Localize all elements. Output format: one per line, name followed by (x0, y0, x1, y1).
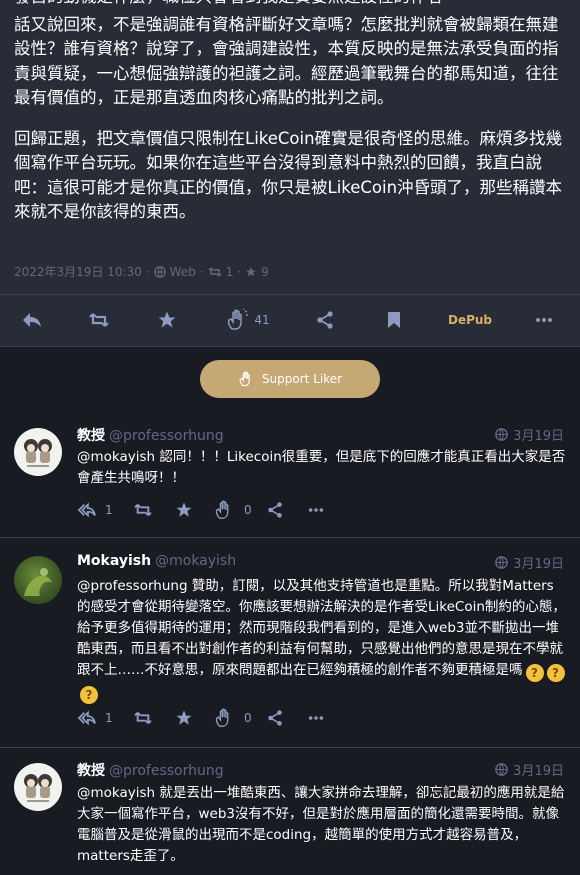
reply-text-content: @professorhung 贊助，訂閱，以及其他支持管道也是重點。所以我對Ma… (77, 578, 566, 678)
share-button[interactable] (309, 295, 341, 345)
thinking-face-emoji: ? (546, 664, 565, 682)
time-label: 3月19日 (513, 429, 564, 444)
ellipsis-icon (536, 318, 552, 322)
more-button[interactable] (308, 706, 324, 730)
share-button[interactable] (267, 706, 283, 730)
like-count: 41 (254, 313, 270, 327)
support-label: Support Liker (261, 372, 343, 386)
reply-text: @mokayish 認同！！！Likecoin很重要，但是底下的回應才能真正看出… (77, 449, 566, 486)
clap-hand-icon (215, 500, 229, 519)
favourite-button[interactable] (175, 706, 193, 730)
post-paragraph: 話又說回來，不是強調誰有資格評斷好文章嗎？怎麼批判就會被歸類在無建設性？誰有資格… (14, 14, 559, 108)
bookmark-button[interactable] (378, 295, 410, 345)
share-icon (268, 710, 282, 726)
boost-count: 1 (225, 264, 234, 279)
reply-all-icon (77, 710, 96, 726)
globe-icon (153, 265, 166, 278)
time-label: 3月19日 (513, 764, 564, 779)
globe-icon (495, 556, 509, 569)
reply-time[interactable]: 3月19日 (495, 425, 564, 444)
post-paragraph: 發自的動機是什麼，職位只會看到我是貨要無建設性的作者 (14, 0, 566, 10)
reply-actions: 1 0 (77, 706, 337, 730)
reply-time[interactable]: 3月19日 (495, 553, 564, 572)
globe-icon (495, 763, 509, 776)
author-handle: @professorhung (109, 428, 224, 444)
reply-item[interactable]: 教授 @professorhung 3月19日 @mokayish 就是丟出一堆酷… (0, 748, 580, 875)
support-liker-button[interactable]: Support Liker (200, 360, 380, 398)
author-name[interactable]: 教授 @professorhung (77, 760, 224, 780)
boost-button[interactable] (133, 498, 153, 522)
display-name: Mokayish (77, 553, 152, 569)
support-section: Support Liker (0, 360, 580, 398)
boost-button[interactable] (133, 706, 153, 730)
star-icon (176, 710, 192, 725)
favourite-button[interactable] (175, 498, 193, 522)
share-button[interactable] (267, 498, 283, 522)
reply-all-icon (77, 502, 96, 518)
fav-count: 9 (261, 264, 269, 279)
boost-icon (134, 711, 152, 725)
reply-item[interactable]: Mokayish @mokayish 3月19日 @professorhung 贊… (0, 538, 580, 748)
ellipsis-icon (308, 716, 324, 720)
avatar[interactable] (14, 428, 62, 476)
favourite-button[interactable] (151, 295, 183, 345)
avatar[interactable] (14, 763, 62, 811)
clap-hand-icon (215, 708, 229, 727)
author-name[interactable]: 教授 @professorhung (77, 425, 224, 445)
share-icon (317, 311, 333, 329)
globe-icon (495, 428, 509, 441)
star-small-icon (245, 266, 257, 278)
share-icon (268, 502, 282, 518)
post-body: 發自的動機是什麼，職位只會看到我是貨要無建設性的作者 話又說回來，不是強調誰有資… (14, 0, 566, 238)
reply-count: 1 (105, 503, 113, 517)
depub-button[interactable]: DePub (440, 295, 500, 345)
reply-icon (23, 313, 41, 327)
meta-separator: · (199, 264, 204, 279)
boost-button[interactable] (83, 295, 115, 345)
reply-time[interactable]: 3月19日 (495, 760, 564, 779)
star-icon (176, 502, 192, 517)
boost-icon (89, 313, 109, 327)
reply-button[interactable] (16, 295, 48, 345)
clap-hand-icon (239, 371, 250, 387)
ellipsis-icon (308, 508, 324, 512)
author-name[interactable]: Mokayish @mokayish (77, 553, 236, 569)
reply-text: @professorhung 贊助，訂閱，以及其他支持管道也是重點。所以我對Ma… (77, 576, 566, 704)
post-date[interactable]: 2022年3月19日 10:30 (14, 263, 142, 280)
reply-item[interactable]: 教授 @professorhung 3月19日 @mokayish 認同！！！Li… (0, 410, 580, 538)
like-count: 0 (244, 711, 252, 725)
like-button[interactable]: 0 (214, 498, 252, 522)
post-paragraph: 回歸正題，把文章價值只限制在LikeCoin確實是很奇怪的思維。麻煩多找幾個寫作… (14, 128, 563, 222)
meta-separator: · (145, 264, 150, 279)
post-meta: 2022年3月19日 10:30 · Web · 1 · 9 (14, 263, 269, 280)
reply-actions: 1 0 (77, 498, 337, 522)
reply-text: @mokayish 就是丟出一堆酷東西、讓大家拼命去理解，卻忘記最初的應用就是給… (77, 785, 565, 864)
like-button[interactable]: 0 (214, 706, 252, 730)
star-icon (158, 311, 176, 328)
avatar[interactable] (14, 556, 62, 604)
boost-icon (134, 503, 152, 517)
post-action-bar: 41 DePub (0, 294, 580, 344)
display-name: 教授 (77, 763, 105, 779)
clap-hand-icon (228, 309, 249, 330)
post-visibility: Web (169, 264, 196, 279)
time-label: 3月19日 (513, 557, 564, 572)
thinking-face-emoji: ? (80, 686, 98, 704)
more-button[interactable] (528, 295, 560, 345)
like-button[interactable]: 41 (220, 295, 276, 345)
depub-label: DePub (447, 313, 493, 327)
main-post: 發自的動機是什麼，職位只會看到我是貨要無建設性的作者 話又說回來，不是強調誰有資… (0, 0, 580, 347)
bookmark-icon (388, 312, 400, 328)
reply-button[interactable]: 1 (77, 706, 113, 730)
author-handle: @mokayish (155, 553, 237, 569)
boost-small-icon (208, 266, 222, 278)
more-button[interactable] (308, 498, 324, 522)
thinking-face-emoji: ? (525, 664, 544, 682)
reply-button[interactable]: 1 (77, 498, 113, 522)
display-name: 教授 (77, 428, 105, 444)
author-handle: @professorhung (109, 763, 224, 779)
meta-separator: · (237, 264, 242, 279)
like-count: 0 (244, 503, 252, 517)
reply-count: 1 (105, 711, 113, 725)
